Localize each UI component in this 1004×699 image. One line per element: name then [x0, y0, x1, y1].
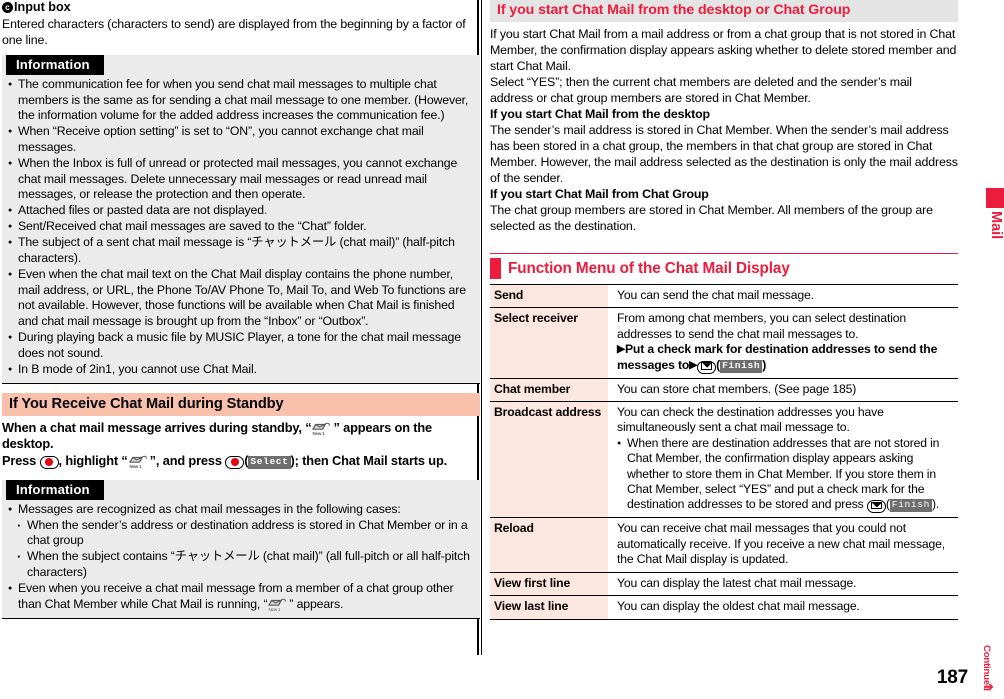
page-footer: 187 Continued ➜: [0, 645, 1004, 694]
information-item: When “Receive option setting” is set to …: [8, 124, 474, 155]
row-label: Select receiver: [490, 307, 608, 379]
finish-softkey[interactable]: Finish: [720, 359, 763, 373]
standby-line2-suffix: ); then Chat Mail starts up.: [290, 452, 448, 468]
side-tab-label: Mail: [988, 211, 1004, 240]
information-sub-item: When the sender’s address or destination…: [8, 518, 474, 549]
table-row: Reload You can receive chat mail message…: [490, 517, 958, 573]
svg-text:New 1: New 1: [313, 431, 326, 436]
information-item: Even when you receive a chat mail messag…: [8, 581, 474, 612]
mail-new-icon: New 1: [128, 454, 150, 469]
row-label: View first line: [490, 572, 608, 597]
information-item-prefix: Even when you receive a chat mail messag…: [18, 581, 454, 611]
table-row: View last line You can display the oldes…: [490, 595, 958, 620]
svg-text:New 1: New 1: [269, 607, 281, 612]
triangle-bullet-icon: ▶: [617, 343, 625, 356]
information-item: The subject of a sent chat mail message …: [8, 235, 474, 266]
row-description: You can receive chat mail messages that …: [608, 517, 958, 573]
desktop-subheading-2: If you start Chat Mail from Chat Group: [490, 187, 709, 201]
row-description: You can send the chat mail message.: [608, 284, 958, 309]
row-label: Chat member: [490, 378, 608, 403]
row-desc-text: From among chat members, you can select …: [617, 311, 907, 341]
input-box-body: Entered characters (characters to send) …: [2, 17, 466, 47]
desktop-subheading-1: If you start Chat Mail from the desktop: [490, 107, 710, 121]
standby-section-heading: If You Receive Chat Mail during Standby: [2, 392, 480, 416]
input-box-title: Input box: [14, 0, 71, 14]
row-label: Send: [490, 284, 608, 309]
information-label-1: Information: [6, 55, 104, 75]
standby-line2-mid1: , highlight “: [58, 452, 128, 468]
information-list-2: Messages are recognized as chat mail mes…: [2, 502, 480, 613]
select-softkey[interactable]: Select: [248, 455, 291, 469]
mail-new-icon: New 1: [267, 597, 289, 612]
information-item: Sent/Received chat mail messages are sav…: [8, 219, 474, 235]
side-tab-mail[interactable]: Mail: [986, 188, 1004, 239]
table-row: Chat member You can store chat members. …: [490, 378, 958, 403]
standby-line1-prefix: When a chat mail message arrives during …: [2, 419, 312, 435]
input-box-heading: c Input box: [2, 0, 480, 15]
row-label: View last line: [490, 595, 608, 620]
right-column: If you start Chat Mail from the desktop …: [490, 0, 958, 620]
information-item: Messages are recognized as chat mail mes…: [8, 502, 474, 518]
information-box-2: Information Messages are recognized as c…: [2, 479, 480, 619]
column-divider-secondary: [481, 0, 482, 655]
desktop-chatgroup-heading: If you start Chat Mail from the desktop …: [490, 0, 958, 22]
desktop-paragraph-2: Select “YES”; then the current chat memb…: [490, 75, 912, 105]
information-item: When the Inbox is full of unread or prot…: [8, 156, 474, 203]
information-item: Even when the chat mail text on the Chat…: [8, 267, 474, 329]
standby-instruction-1: When a chat mail message arrives during …: [2, 420, 480, 453]
desktop-paragraph-1: If you start Chat Mail from a mail addre…: [490, 27, 957, 73]
row-description: You can store chat members. (See page 18…: [608, 378, 958, 403]
information-item: Attached files or pasted data are not di…: [8, 203, 474, 219]
information-label-2: Information: [6, 479, 104, 500]
mail-new-icon: New 1: [311, 421, 333, 436]
standby-line2-mid2: ”, and press: [149, 452, 226, 468]
row-description: You can display the oldest chat mail mes…: [608, 595, 958, 620]
function-menu-heading: Function Menu of the Chat Mail Display: [490, 253, 958, 279]
information-box-1: Information The communication fee for wh…: [2, 55, 480, 384]
svg-text:New 1: New 1: [129, 464, 142, 469]
table-row: Select receiver From among chat members,…: [490, 307, 958, 379]
row-label: Reload: [490, 517, 608, 573]
manual-page: c Input box Entered characters (character…: [0, 0, 1004, 699]
mail-key-icon[interactable]: [866, 500, 886, 514]
information-item: The communication fee for when you send …: [8, 77, 474, 124]
row-bullet: When there are destination addresses tha…: [617, 436, 954, 514]
table-row: View first line You can display the late…: [490, 572, 958, 597]
function-menu-table: Send You can send the chat mail message.…: [490, 284, 958, 620]
triangle-bullet-icon: ▶: [689, 358, 698, 371]
information-list-1: The communication fee for when you send …: [2, 77, 480, 377]
desktop-subbody-2: The chat group members are stored in Cha…: [490, 203, 933, 233]
information-item-suffix: ” appears.: [289, 596, 344, 611]
side-tab-block: [986, 188, 1004, 208]
center-key-icon[interactable]: [39, 455, 59, 469]
function-menu-title: Function Menu of the Chat Mail Display: [508, 260, 790, 277]
information-item: During playing back a music file by MUSI…: [8, 330, 474, 361]
standby-line2-prefix: Press: [2, 452, 40, 468]
table-row: Send You can send the chat mail message.: [490, 284, 958, 309]
red-bar-decoration: [490, 258, 501, 279]
row-description: You can display the latest chat mail mes…: [608, 572, 958, 597]
left-column: c Input box Entered characters (character…: [2, 0, 480, 619]
center-key-icon[interactable]: [225, 455, 245, 469]
table-row: Broadcast address You can check the dest…: [490, 401, 958, 519]
row-bullet-suffix: ).: [931, 497, 940, 512]
row-step-text: Put a check mark for destination address…: [617, 342, 938, 372]
standby-instruction-2: Press , highlight “New 1”, and press (Se…: [2, 453, 480, 470]
desktop-subbody-1: The sender’s mail address is stored in C…: [490, 123, 958, 185]
information-sub-item: When the subject contains “チャットメール (chat…: [8, 549, 474, 580]
row-desc-text: You can check the destination addresses …: [617, 405, 884, 435]
row-description: From among chat members, you can select …: [608, 307, 958, 379]
circled-marker-icon: c: [2, 2, 13, 13]
page-number: 187: [936, 667, 968, 688]
mail-key-icon[interactable]: [697, 360, 717, 374]
continued-arrow-icon: ➜: [983, 679, 994, 694]
row-step: ▶Put a check mark for destination addres…: [617, 342, 938, 374]
information-item: In B mode of 2in1, you cannot use Chat M…: [8, 362, 474, 378]
row-description: You can check the destination addresses …: [608, 401, 958, 519]
finish-softkey[interactable]: Finish: [889, 499, 932, 513]
row-label: Broadcast address: [490, 401, 608, 519]
